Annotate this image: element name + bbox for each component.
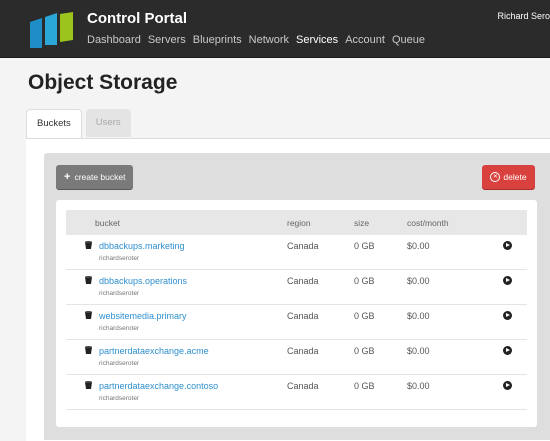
plus-icon: + [64, 171, 71, 183]
portal-logo-icon[interactable] [30, 12, 74, 48]
arrow-right-circle-icon[interactable] [503, 346, 512, 355]
nav-services[interactable]: Services [296, 34, 338, 46]
nav-account[interactable]: Account [345, 34, 385, 46]
bucket-owner: richardseroter [99, 290, 140, 297]
delete-button[interactable]: ✕ delete [482, 165, 535, 189]
bucket-owner: richardseroter [99, 395, 140, 402]
buckets-table: bucket region size cost/month dbbackups.… [56, 200, 537, 427]
region-cell: Canada [287, 276, 319, 286]
nav-queue[interactable]: Queue [392, 34, 425, 46]
table-row[interactable]: dbbackups.operations richardseroter Cana… [66, 270, 527, 305]
table-row[interactable]: websitemedia.primary richardseroter Cana… [66, 305, 527, 340]
column-header-region[interactable]: region [287, 218, 311, 228]
region-cell: Canada [287, 311, 319, 321]
arrow-right-circle-icon[interactable] [503, 276, 512, 285]
cost-cell: $0.00 [407, 276, 430, 286]
column-header-size[interactable]: size [354, 218, 369, 228]
arrow-right-circle-icon[interactable] [503, 381, 512, 390]
nav-servers[interactable]: Servers [148, 34, 186, 46]
page-title: Object Storage [28, 71, 178, 94]
column-header-bucket[interactable]: bucket [95, 218, 120, 228]
delete-label: delete [503, 172, 527, 182]
nav-blueprints[interactable]: Blueprints [193, 34, 242, 46]
bucket-name-link[interactable]: partnerdataexchange.acme [99, 346, 209, 356]
app-title: Control Portal [87, 10, 187, 27]
bucket-name-link[interactable]: websitemedia.primary [99, 311, 187, 321]
user-name[interactable]: Richard Sero [497, 11, 550, 21]
table-row[interactable]: partnerdataexchange.contoso richardserot… [66, 375, 527, 410]
bucket-owner: richardseroter [99, 255, 140, 262]
size-cell: 0 GB [354, 381, 375, 391]
table-row[interactable]: partnerdataexchange.acme richardseroter … [66, 340, 527, 375]
bucket-icon [85, 346, 92, 354]
nav-network[interactable]: Network [249, 34, 289, 46]
size-cell: 0 GB [354, 241, 375, 251]
table-row[interactable]: dbbackups.marketing richardseroter Canad… [66, 235, 527, 270]
bucket-icon [85, 311, 92, 319]
bucket-name-link[interactable]: dbbackups.operations [99, 276, 187, 286]
bucket-icon [85, 381, 92, 389]
region-cell: Canada [287, 381, 319, 391]
column-header-cost[interactable]: cost/month [407, 218, 449, 228]
cost-cell: $0.00 [407, 311, 430, 321]
bucket-name-link[interactable]: dbbackups.marketing [99, 241, 185, 251]
bucket-owner: richardseroter [99, 325, 140, 332]
cost-cell: $0.00 [407, 241, 430, 251]
main-nav: Dashboard Servers Blueprints Network Ser… [87, 34, 432, 46]
tab-users[interactable]: Users [85, 109, 131, 137]
create-bucket-button[interactable]: + create bucket [56, 165, 134, 189]
arrow-right-circle-icon[interactable] [503, 241, 512, 250]
cost-cell: $0.00 [407, 381, 430, 391]
delete-circle-icon: ✕ [490, 171, 501, 182]
bucket-name-link[interactable]: partnerdataexchange.contoso [99, 381, 218, 391]
nav-dashboard[interactable]: Dashboard [87, 34, 141, 46]
tab-bar: Buckets Users [26, 109, 135, 139]
region-cell: Canada [287, 346, 319, 356]
bucket-owner: richardseroter [99, 360, 140, 367]
bucket-icon [85, 276, 92, 284]
cost-cell: $0.00 [407, 346, 430, 356]
top-header: Control Portal Dashboard Servers Bluepri… [0, 0, 550, 58]
size-cell: 0 GB [354, 311, 375, 321]
bucket-icon [85, 241, 92, 249]
size-cell: 0 GB [354, 346, 375, 356]
arrow-right-circle-icon[interactable] [503, 311, 512, 320]
region-cell: Canada [287, 241, 319, 251]
table-header: bucket region size cost/month [66, 210, 527, 235]
tab-buckets[interactable]: Buckets [26, 109, 82, 139]
size-cell: 0 GB [354, 276, 375, 286]
create-bucket-label: create bucket [74, 172, 126, 182]
